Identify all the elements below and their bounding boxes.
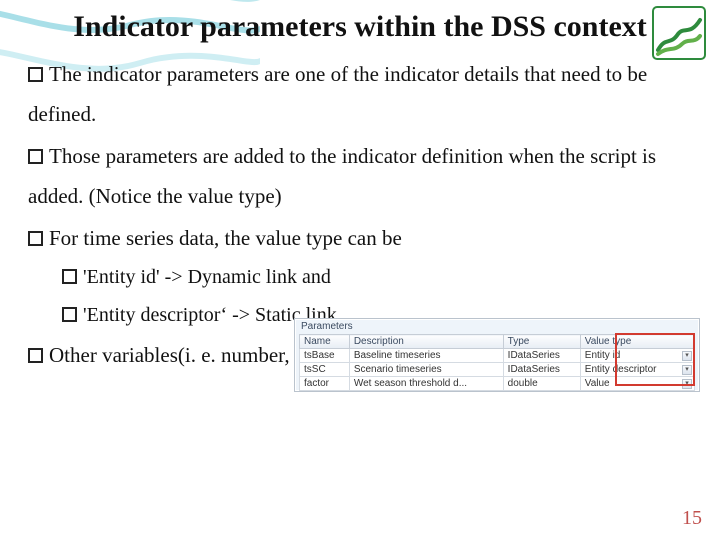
cell-value-type[interactable]: Entity descriptor ▾ xyxy=(580,363,694,377)
cell-type: IDataSeries xyxy=(503,349,580,363)
cell-type: double xyxy=(503,377,580,391)
cell-type: IDataSeries xyxy=(503,363,580,377)
cell-value-type[interactable]: Value ▾ xyxy=(580,377,694,391)
col-description: Description xyxy=(349,335,503,349)
col-value-type: Value type xyxy=(580,335,694,349)
value-type-text: Value xyxy=(585,378,610,389)
bullet-text: For time series data, the value type can… xyxy=(49,226,402,250)
brand-logo xyxy=(652,6,706,60)
table-row: tsBase Baseline timeseries IDataSeries E… xyxy=(300,349,695,363)
page-number: 15 xyxy=(682,507,702,530)
bullet-text: Those parameters are added to the indica… xyxy=(28,144,656,208)
chevron-down-icon[interactable]: ▾ xyxy=(682,379,692,389)
panel-title: Parameters xyxy=(295,319,699,332)
square-bullet-icon xyxy=(62,307,77,322)
cell-desc: Baseline timeseries xyxy=(349,349,503,363)
table-header-row: Name Description Type Value type xyxy=(300,335,695,349)
bullet-text: The indicator parameters are one of the … xyxy=(28,62,647,126)
bullet-item: The indicator parameters are one of the … xyxy=(28,55,692,135)
cell-desc: Scenario timeseries xyxy=(349,363,503,377)
cell-desc: Wet season threshold d... xyxy=(349,377,503,391)
bullet-item: Those parameters are added to the indica… xyxy=(28,137,692,217)
parameters-panel: Parameters Name Description Type Value t… xyxy=(294,318,700,392)
value-type-text: Entity id xyxy=(585,350,621,361)
col-type: Type xyxy=(503,335,580,349)
slide-title: Indicator parameters within the DSS cont… xyxy=(0,0,720,47)
cell-name: tsSC xyxy=(300,363,350,377)
cell-name: tsBase xyxy=(300,349,350,363)
chevron-down-icon[interactable]: ▾ xyxy=(682,351,692,361)
col-name: Name xyxy=(300,335,350,349)
sub-bullet-item: 'Entity id' -> Dynamic link and xyxy=(62,258,692,296)
square-bullet-icon xyxy=(28,348,43,363)
square-bullet-icon xyxy=(28,67,43,82)
value-type-text: Entity descriptor xyxy=(585,364,657,375)
cell-name: factor xyxy=(300,377,350,391)
sub-bullet-text: 'Entity id' -> Dynamic link and xyxy=(83,266,331,288)
parameters-table: Name Description Type Value type tsBase … xyxy=(299,334,695,391)
square-bullet-icon xyxy=(28,231,43,246)
table-row: factor Wet season threshold d... double … xyxy=(300,377,695,391)
table-row: tsSC Scenario timeseries IDataSeries Ent… xyxy=(300,363,695,377)
square-bullet-icon xyxy=(62,269,77,284)
cell-value-type[interactable]: Entity id ▾ xyxy=(580,349,694,363)
square-bullet-icon xyxy=(28,149,43,164)
chevron-down-icon[interactable]: ▾ xyxy=(682,365,692,375)
